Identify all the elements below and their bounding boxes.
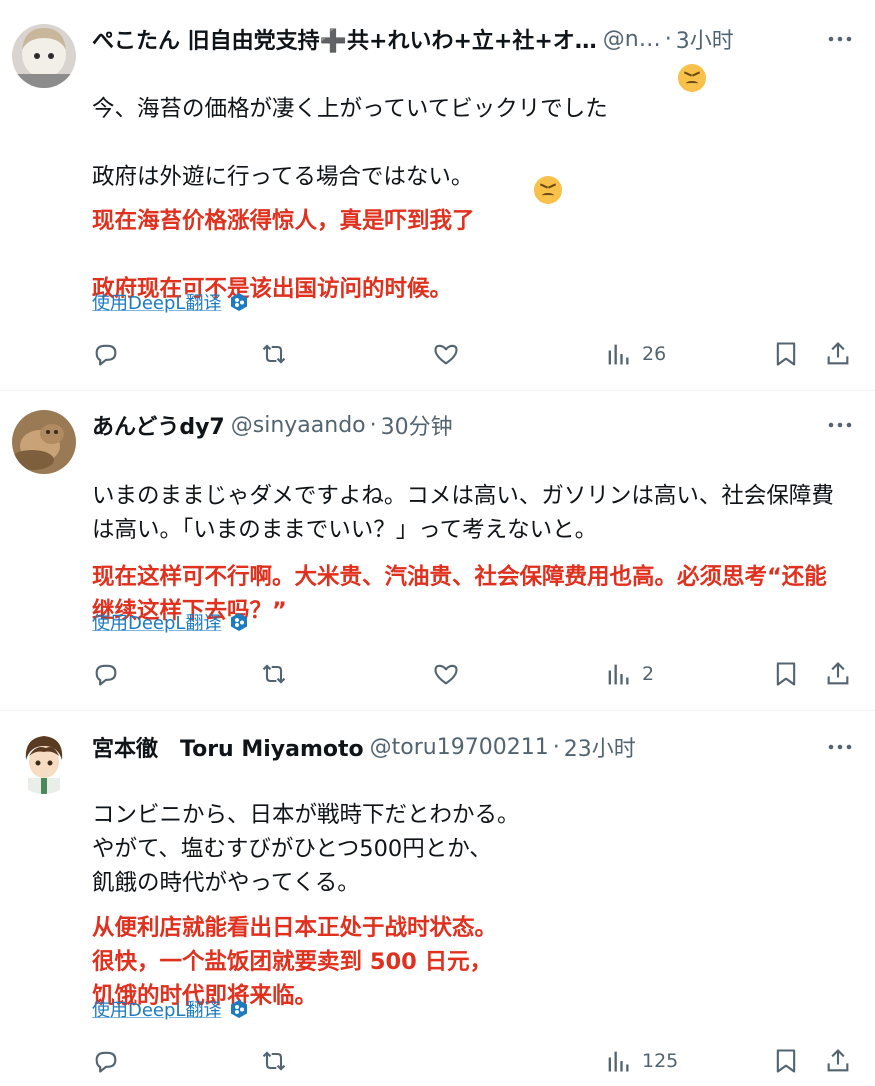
deepl-icon — [231, 613, 248, 631]
tweet-1[interactable]: ぺこたん 旧自由党支持➕共+れいわ+立+社+オ… @n… · 3小时 今、海苔の… — [0, 0, 875, 391]
separator: · — [664, 26, 672, 52]
like-button[interactable] — [432, 334, 460, 374]
deepl-translate-link[interactable]: 使用DeepL翻译 — [92, 996, 249, 1022]
translate-label[interactable]: 使用DeepL翻译 — [92, 996, 221, 1022]
translation-text: 现在海苔价格涨得惊人，真是吓到我了 政府现在可不是该出国访问的时候。 — [92, 170, 845, 306]
reply-icon — [95, 344, 117, 366]
share-icon — [827, 1049, 849, 1072]
views-button[interactable]: 125 — [604, 1041, 678, 1081]
bookmark-button[interactable] — [772, 334, 800, 374]
user-handle[interactable]: @n… — [603, 27, 661, 52]
tweet-2[interactable]: あんどうdy7 @sinyaando · 30分钟 いまのままじゃダメですよね。… — [0, 390, 875, 711]
like-button[interactable] — [432, 654, 460, 694]
translation-text-content: 从便利店就能看出日本正处于战时状态。 很快，一个盐饭团就要卖到 500 日元， … — [92, 915, 498, 1009]
bookmark-icon — [776, 1049, 796, 1073]
persevering-face-emoji — [534, 176, 562, 204]
views-icon — [608, 1051, 629, 1072]
share-button[interactable] — [824, 1041, 852, 1081]
separator: · — [552, 734, 560, 760]
avatar[interactable] — [12, 730, 76, 794]
tweet-3[interactable]: 宮本徹 Toru Miyamoto @toru19700211 · 23小时 コ… — [0, 710, 875, 1086]
user-handle[interactable]: @sinyaando — [231, 413, 366, 438]
views-count: 26 — [642, 343, 667, 365]
reply-button[interactable] — [92, 334, 120, 374]
like-icon — [434, 664, 458, 685]
share-button[interactable] — [824, 334, 852, 374]
tweet-actions: 26 — [92, 334, 855, 374]
timestamp[interactable]: 23小时 — [564, 731, 636, 763]
retweet-button[interactable] — [260, 334, 288, 374]
reply-icon — [95, 1051, 117, 1073]
display-name[interactable]: ぺこたん 旧自由党支持➕共+れいわ+立+社+オ… — [92, 23, 597, 55]
views-count: 125 — [642, 1050, 679, 1072]
bookmark-button[interactable] — [772, 1041, 800, 1081]
tweet-header: あんどうdy7 @sinyaando · 30分钟 — [92, 409, 855, 441]
share-button[interactable] — [824, 654, 852, 694]
more-icon[interactable] — [825, 410, 855, 440]
bookmark-icon — [776, 662, 796, 686]
deepl-icon — [231, 293, 248, 311]
retweet-button[interactable] — [260, 1041, 288, 1081]
deepl-translate-link[interactable]: 使用DeepL翻译 — [92, 609, 249, 635]
views-icon — [608, 344, 629, 365]
views-icon — [608, 664, 629, 685]
tweet-actions: 125 — [92, 1041, 855, 1081]
tweet-actions: 2 — [92, 654, 855, 694]
bookmark-button[interactable] — [772, 654, 800, 694]
bookmark-icon — [776, 342, 796, 366]
translation-text-content: 现在海苔价格涨得惊人，真是吓到我了 政府现在可不是该出国访问的时候。 — [92, 208, 475, 302]
timestamp[interactable]: 30分钟 — [381, 409, 453, 441]
reply-icon — [95, 664, 117, 686]
translate-label[interactable]: 使用DeepL翻译 — [92, 289, 221, 315]
retweet-button[interactable] — [260, 654, 288, 694]
views-count: 2 — [642, 663, 655, 685]
translate-label[interactable]: 使用DeepL翻译 — [92, 609, 221, 635]
user-handle[interactable]: @toru19700211 — [370, 735, 549, 760]
share-icon — [827, 662, 849, 685]
views-button[interactable]: 2 — [604, 654, 654, 694]
persevering-face-emoji — [678, 64, 706, 92]
reply-button[interactable] — [92, 1041, 120, 1081]
translation-text: 从便利店就能看出日本正处于战时状态。 很快，一个盐饭团就要卖到 500 日元， … — [92, 877, 845, 1013]
views-button[interactable]: 26 — [604, 334, 666, 374]
more-icon[interactable] — [825, 732, 855, 762]
deepl-translate-link[interactable]: 使用DeepL翻译 — [92, 289, 249, 315]
like-icon — [434, 344, 458, 365]
retweet-icon — [262, 664, 286, 684]
deepl-icon — [231, 1000, 248, 1018]
retweet-icon — [262, 344, 286, 364]
separator: · — [369, 412, 377, 438]
tweet-header: 宮本徹 Toru Miyamoto @toru19700211 · 23小时 — [92, 731, 855, 763]
more-icon[interactable] — [825, 24, 855, 54]
avatar[interactable] — [12, 410, 76, 474]
display-name[interactable]: あんどうdy7 — [92, 409, 225, 441]
avatar[interactable] — [12, 24, 76, 88]
retweet-icon — [262, 1051, 286, 1071]
timestamp[interactable]: 3小时 — [676, 23, 734, 55]
tweet-header: ぺこたん 旧自由党支持➕共+れいわ+立+社+オ… @n… · 3小时 — [92, 23, 855, 55]
share-icon — [827, 342, 849, 365]
reply-button[interactable] — [92, 654, 120, 694]
display-name[interactable]: 宮本徹 Toru Miyamoto — [92, 731, 364, 763]
